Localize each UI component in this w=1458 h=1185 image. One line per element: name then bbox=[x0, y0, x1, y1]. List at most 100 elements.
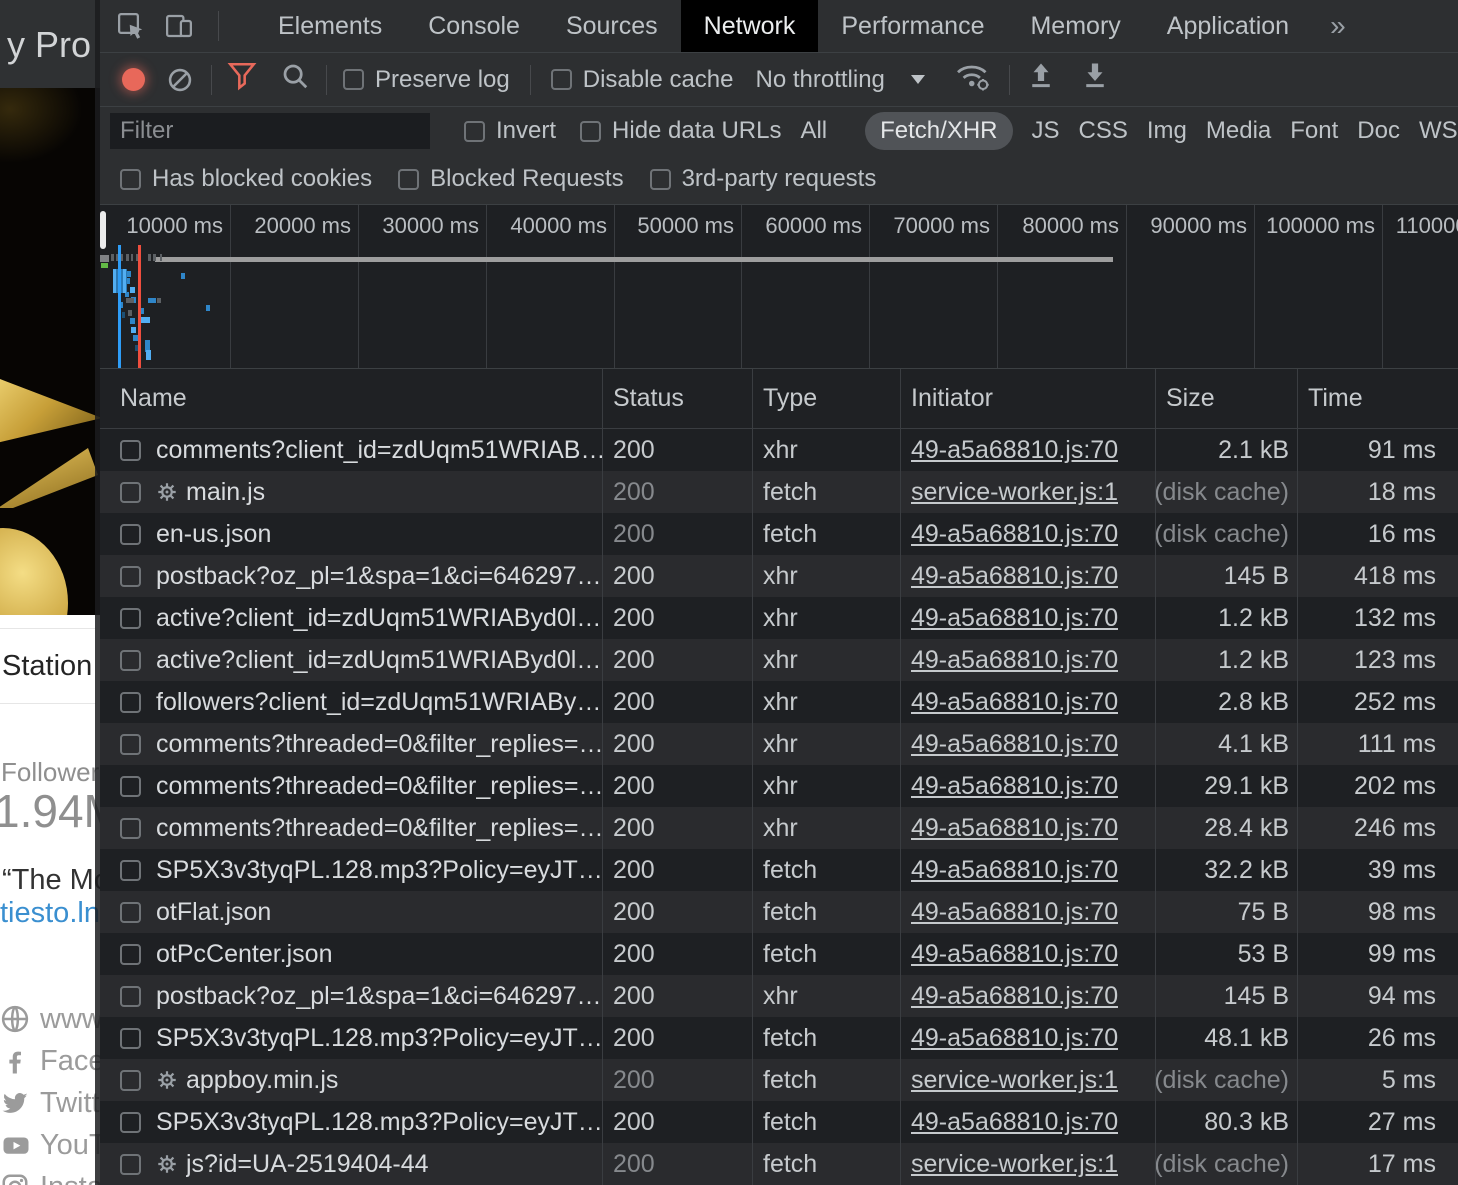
invert-checkbox[interactable] bbox=[464, 121, 485, 142]
initiator-link[interactable]: service-worker.js:1 bbox=[911, 1066, 1118, 1095]
row-checkbox[interactable] bbox=[120, 1154, 141, 1175]
has-blocked-cookies-checkbox[interactable] bbox=[120, 169, 141, 190]
import-har-icon[interactable] bbox=[1026, 61, 1056, 98]
initiator-link[interactable]: 49-a5a68810.js:70 bbox=[911, 772, 1118, 801]
table-row[interactable]: comments?client_id=zdUqm51WRIAB…200xhr49… bbox=[100, 429, 1458, 471]
initiator-link[interactable]: 49-a5a68810.js:70 bbox=[911, 940, 1118, 969]
third-party-checkbox[interactable] bbox=[650, 169, 671, 190]
row-checkbox[interactable] bbox=[120, 482, 141, 503]
disable-cache-checkbox[interactable] bbox=[551, 69, 572, 90]
row-checkbox[interactable] bbox=[120, 440, 141, 461]
has-blocked-cookies-label[interactable]: Has blocked cookies bbox=[152, 165, 372, 193]
row-checkbox[interactable] bbox=[120, 776, 141, 797]
record-button[interactable] bbox=[122, 68, 145, 91]
initiator-link[interactable]: 49-a5a68810.js:70 bbox=[911, 1024, 1118, 1053]
row-checkbox[interactable] bbox=[120, 902, 141, 923]
tab-memory[interactable]: Memory bbox=[1007, 0, 1143, 52]
table-row[interactable]: js?id=UA-2519404-44200fetchservice-worke… bbox=[100, 1143, 1458, 1185]
social-link[interactable]: Twitte bbox=[0, 1082, 100, 1124]
tab-console[interactable]: Console bbox=[405, 0, 543, 52]
initiator-link[interactable]: 49-a5a68810.js:70 bbox=[911, 1108, 1118, 1137]
search-icon[interactable] bbox=[280, 61, 310, 98]
overview-scroll-handle[interactable] bbox=[100, 211, 106, 249]
throttling-select[interactable]: No throttling bbox=[755, 66, 884, 94]
initiator-link[interactable]: 49-a5a68810.js:70 bbox=[911, 730, 1118, 759]
column-header-initiator[interactable]: Initiator bbox=[900, 369, 1155, 428]
table-row[interactable]: main.js200fetchservice-worker.js:1(disk … bbox=[100, 471, 1458, 513]
preserve-log-checkbox[interactable] bbox=[343, 69, 364, 90]
invert-label[interactable]: Invert bbox=[496, 117, 556, 145]
row-checkbox[interactable] bbox=[120, 566, 141, 587]
table-row[interactable]: comments?threaded=0&filter_replies=…200x… bbox=[100, 723, 1458, 765]
initiator-link[interactable]: 49-a5a68810.js:70 bbox=[911, 898, 1118, 927]
blocked-requests-checkbox[interactable] bbox=[398, 169, 419, 190]
table-row[interactable]: otFlat.json200fetch49-a5a68810.js:7075 B… bbox=[100, 891, 1458, 933]
table-row[interactable]: active?client_id=zdUqm51WRIAByd0l…200xhr… bbox=[100, 597, 1458, 639]
tab-performance[interactable]: Performance bbox=[818, 0, 1007, 52]
filter-icon[interactable] bbox=[226, 60, 258, 99]
table-row[interactable]: postback?oz_pl=1&spa=1&ci=646297…200xhr4… bbox=[100, 975, 1458, 1017]
table-row[interactable]: active?client_id=zdUqm51WRIAByd0l…200xhr… bbox=[100, 639, 1458, 681]
export-har-icon[interactable] bbox=[1080, 61, 1110, 98]
hide-data-urls-label[interactable]: Hide data URLs bbox=[612, 117, 781, 145]
blocked-requests-label[interactable]: Blocked Requests bbox=[430, 165, 623, 193]
type-filter-font[interactable]: Font bbox=[1290, 117, 1338, 145]
station-button[interactable]: Station bbox=[2, 650, 92, 683]
social-link[interactable]: www. bbox=[0, 998, 100, 1040]
row-checkbox[interactable] bbox=[120, 860, 141, 881]
row-checkbox[interactable] bbox=[120, 692, 141, 713]
row-checkbox[interactable] bbox=[120, 650, 141, 671]
network-conditions-icon[interactable] bbox=[953, 59, 993, 100]
hide-data-urls-checkbox[interactable] bbox=[580, 121, 601, 142]
row-checkbox[interactable] bbox=[120, 986, 141, 1007]
table-row[interactable]: comments?threaded=0&filter_replies=…200x… bbox=[100, 807, 1458, 849]
table-row[interactable]: appboy.min.js200fetchservice-worker.js:1… bbox=[100, 1059, 1458, 1101]
row-checkbox[interactable] bbox=[120, 608, 141, 629]
column-header-status[interactable]: Status bbox=[602, 369, 752, 428]
column-header-type[interactable]: Type bbox=[752, 369, 900, 428]
social-link[interactable]: Instag bbox=[0, 1166, 100, 1185]
disable-cache-label[interactable]: Disable cache bbox=[583, 66, 734, 94]
row-checkbox[interactable] bbox=[120, 1112, 141, 1133]
more-tabs-icon[interactable]: » bbox=[1330, 10, 1344, 42]
inspect-element-icon[interactable] bbox=[114, 9, 148, 43]
row-checkbox[interactable] bbox=[120, 734, 141, 755]
type-filter-media[interactable]: Media bbox=[1206, 117, 1271, 145]
type-filter-img[interactable]: Img bbox=[1147, 117, 1187, 145]
third-party-label[interactable]: 3rd-party requests bbox=[682, 165, 877, 193]
column-header-size[interactable]: Size bbox=[1155, 369, 1297, 428]
initiator-link[interactable]: 49-a5a68810.js:70 bbox=[911, 604, 1118, 633]
table-row[interactable]: followers?client_id=zdUqm51WRIABy…200xhr… bbox=[100, 681, 1458, 723]
table-row[interactable]: postback?oz_pl=1&spa=1&ci=646297…200xhr4… bbox=[100, 555, 1458, 597]
device-toolbar-icon[interactable] bbox=[162, 9, 196, 43]
initiator-link[interactable]: 49-a5a68810.js:70 bbox=[911, 520, 1118, 549]
tab-application[interactable]: Application bbox=[1144, 0, 1312, 52]
tab-elements[interactable]: Elements bbox=[255, 0, 405, 52]
table-row[interactable]: en-us.json200fetch49-a5a68810.js:70(disk… bbox=[100, 513, 1458, 555]
chevron-down-icon[interactable] bbox=[911, 75, 925, 84]
initiator-link[interactable]: 49-a5a68810.js:70 bbox=[911, 814, 1118, 843]
table-row[interactable]: SP5X3v3tyqPL.128.mp3?Policy=eyJT…200fetc… bbox=[100, 1017, 1458, 1059]
row-checkbox[interactable] bbox=[120, 818, 141, 839]
clear-icon[interactable] bbox=[163, 66, 197, 94]
table-row[interactable]: SP5X3v3tyqPL.128.mp3?Policy=eyJT…200fetc… bbox=[100, 1101, 1458, 1143]
initiator-link[interactable]: 49-a5a68810.js:70 bbox=[911, 856, 1118, 885]
type-filter-all[interactable]: All bbox=[800, 117, 827, 145]
type-filter-css[interactable]: CSS bbox=[1079, 117, 1128, 145]
table-row[interactable]: comments?threaded=0&filter_replies=…200x… bbox=[100, 765, 1458, 807]
table-row[interactable]: otPcCenter.json200fetch49-a5a68810.js:70… bbox=[100, 933, 1458, 975]
initiator-link[interactable]: service-worker.js:1 bbox=[911, 1150, 1118, 1179]
column-header-name[interactable]: Name bbox=[100, 369, 602, 428]
row-checkbox[interactable] bbox=[120, 524, 141, 545]
initiator-link[interactable]: 49-a5a68810.js:70 bbox=[911, 562, 1118, 591]
row-checkbox[interactable] bbox=[120, 1070, 141, 1091]
type-filter-fetchxhr[interactable]: Fetch/XHR bbox=[865, 112, 1012, 150]
preserve-log-label[interactable]: Preserve log bbox=[375, 66, 510, 94]
initiator-link[interactable]: 49-a5a68810.js:70 bbox=[911, 688, 1118, 717]
initiator-link[interactable]: 49-a5a68810.js:70 bbox=[911, 982, 1118, 1011]
row-checkbox[interactable] bbox=[120, 944, 141, 965]
tab-sources[interactable]: Sources bbox=[543, 0, 681, 52]
initiator-link[interactable]: 49-a5a68810.js:70 bbox=[911, 436, 1118, 465]
filter-input[interactable] bbox=[110, 113, 430, 149]
social-link[interactable]: Faceb bbox=[0, 1040, 100, 1082]
